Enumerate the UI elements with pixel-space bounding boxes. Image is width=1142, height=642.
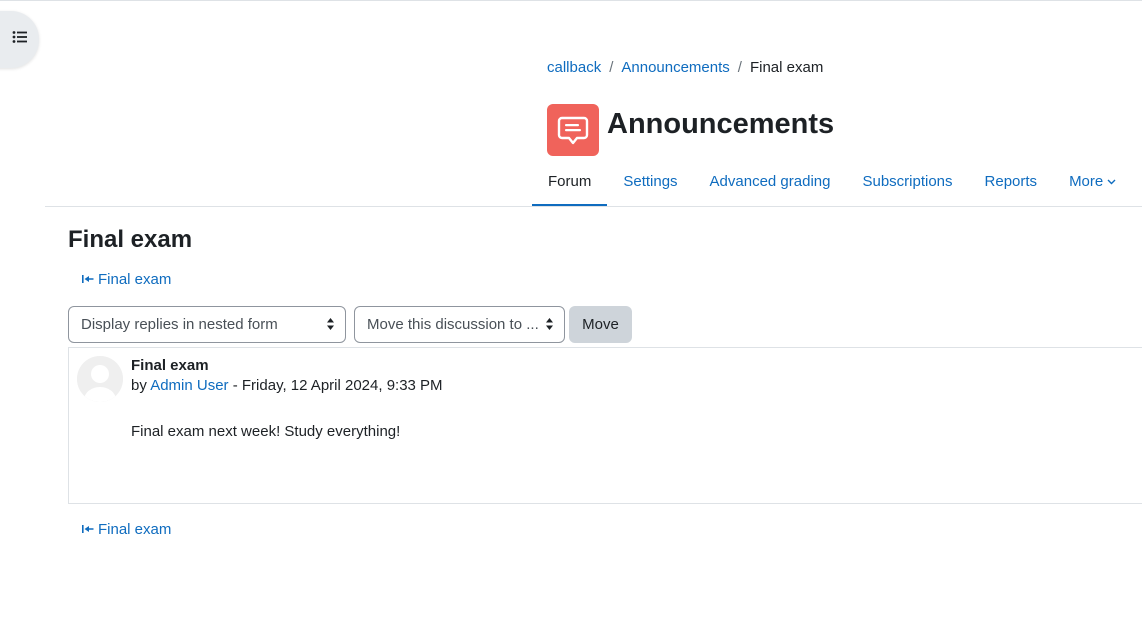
discussion-title: Final exam [68,226,193,253]
header-divider [45,206,1142,207]
discussion-nav-link-top[interactable]: Final exam [82,271,171,288]
forum-post: Final exam by Admin User - Friday, 12 Ap… [68,347,1142,504]
page-top-border [0,0,1142,1]
secondary-navigation: Forum Settings Advanced grading Subscrip… [532,155,1132,207]
select-caret-icon [326,317,335,331]
display-mode-select-value: Display replies in nested form [81,316,278,333]
move-button[interactable]: Move [569,306,632,343]
post-by-prefix: by [131,377,147,394]
post-subject: Final exam [131,357,209,374]
breadcrumb-separator: / [609,59,614,76]
tab-more-label: More [1069,172,1104,190]
tab-subscriptions[interactable]: Subscriptions [846,155,968,207]
chevron-down-icon [1107,177,1116,188]
forum-icon [547,104,599,157]
post-date: Friday, 12 April 2024, 9:33 PM [241,377,443,394]
discussion-nav-link-bottom[interactable]: Final exam [82,521,171,538]
arrow-left-to-line-icon [82,273,94,287]
breadcrumb-item-course[interactable]: callback [547,59,601,77]
tab-more[interactable]: More [1053,155,1132,207]
tab-settings[interactable]: Settings [607,155,693,207]
move-discussion-select[interactable]: Move this discussion to ... [354,306,565,343]
discussion-nav-link-label: Final exam [98,521,172,538]
breadcrumb: callback / Announcements / Final exam [547,59,823,77]
tab-advanced-grading[interactable]: Advanced grading [694,155,847,207]
avatar[interactable] [77,356,123,402]
post-author-link[interactable]: Admin User [150,377,228,394]
breadcrumb-current: Final exam [749,59,824,76]
list-icon [12,30,28,49]
activity-title: Announcements [607,108,835,141]
display-mode-select[interactable]: Display replies in nested form [68,306,346,343]
select-caret-icon [545,317,554,331]
breadcrumb-item-announcements[interactable]: Announcements [621,59,729,77]
post-message: Final exam next week! Study everything! [131,423,401,440]
move-discussion-select-value: Move this discussion to ... [367,316,539,333]
course-index-toggle-button[interactable] [0,11,39,68]
tab-forum[interactable]: Forum [532,155,608,207]
tab-reports[interactable]: Reports [969,155,1054,207]
post-byline: by Admin User - Friday, 12 April 2024, 9… [131,377,443,394]
discussion-nav-link-label: Final exam [98,271,172,288]
breadcrumb-separator: / [737,59,742,76]
post-date-separator: - [228,377,242,394]
arrow-left-to-line-icon [82,523,94,537]
